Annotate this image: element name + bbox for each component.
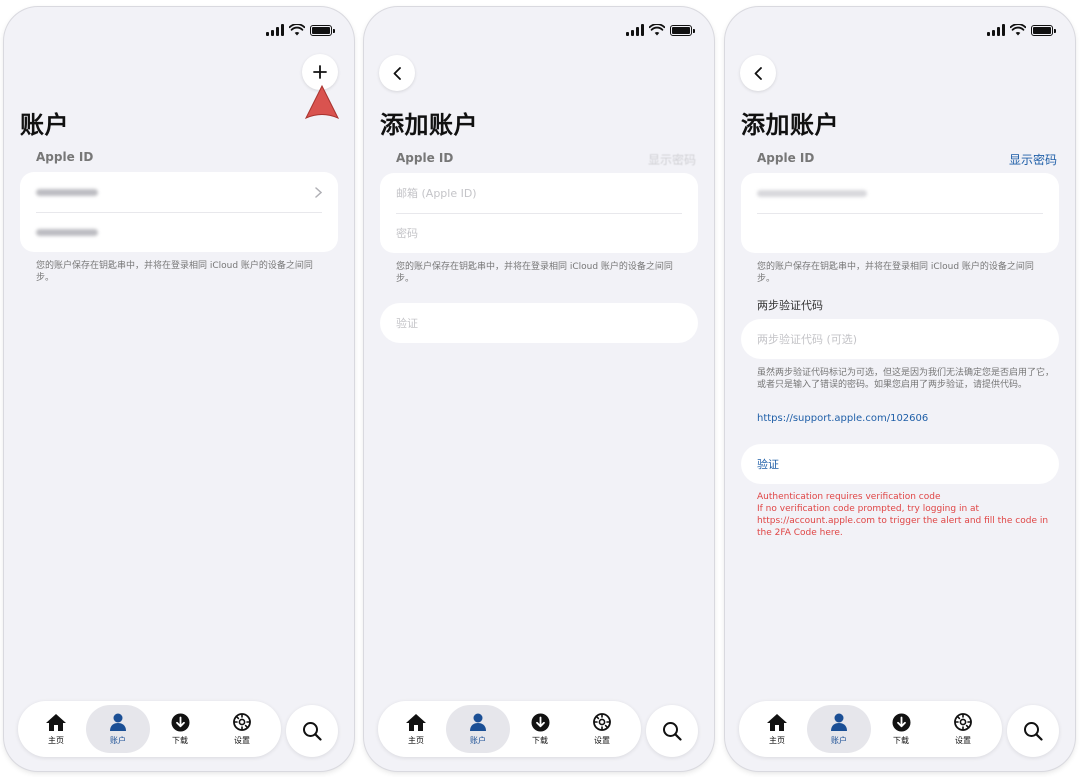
keychain-note: 您的账户保存在钥匙串中，并将在登录相同 iCloud 账户的设备之间同步。 [396, 262, 673, 284]
section-label-apple-id: Apple ID [396, 151, 454, 165]
chevron-right-icon [315, 186, 322, 198]
section-label-apple-id: Apple ID [36, 150, 94, 164]
tab-home[interactable]: 主页 [24, 705, 88, 753]
tab-label-account: 账户 [110, 735, 126, 745]
search-button[interactable] [286, 705, 338, 757]
search-button[interactable] [1007, 705, 1059, 757]
tab-label-home: 主页 [408, 735, 424, 745]
tab-account[interactable]: 账户 [807, 705, 871, 753]
download-icon [171, 713, 189, 731]
cellular-signal-icon [626, 24, 644, 36]
back-button[interactable] [740, 55, 776, 91]
redacted-account [36, 228, 98, 236]
twofa-note: 虽然两步验证代码标记为可选，但这是因为我们无法确定您是否启用了它，或者只是输入了… [757, 368, 1055, 390]
download-icon [892, 713, 910, 731]
tab-download[interactable]: 下载 [508, 705, 572, 753]
page-title: 添加账户 [741, 111, 839, 139]
download-icon [531, 713, 549, 731]
gear-icon [593, 713, 611, 731]
phone-screen-accounts: 账户 Apple ID 您的账户保存在钥匙串中，并将在登录相同 iCloud 账… [4, 7, 354, 771]
tab-label-download: 下载 [893, 735, 909, 745]
cellular-signal-icon [987, 24, 1005, 36]
wifi-icon [649, 24, 665, 36]
person-icon [110, 713, 126, 731]
add-icon [313, 65, 327, 79]
twofa-code-input[interactable]: 两步验证代码 (可选) [741, 319, 1059, 359]
wifi-icon [289, 24, 305, 36]
tab-bar: 主页 账户 下载 设置 [378, 701, 641, 757]
keychain-note: 您的账户保存在钥匙串中，并将在登录相同 iCloud 账户的设备之间同步。 [36, 261, 313, 283]
error-message: Authentication requires verification cod… [757, 491, 1057, 539]
tab-label-account: 账户 [470, 735, 486, 745]
error-line-2: If no verification code prompted, try lo… [757, 504, 1049, 538]
redacted-account [36, 188, 98, 196]
phone-screen-add-account: 添加账户 Apple ID 显示密码 邮箱 (Apple ID) 密码 您的账户… [364, 7, 714, 771]
tab-label-download: 下载 [172, 735, 188, 745]
tab-label-home: 主页 [48, 735, 64, 745]
status-bar [626, 23, 695, 37]
search-icon [303, 722, 322, 741]
status-bar [987, 23, 1056, 37]
home-icon [406, 713, 426, 731]
page-title: 添加账户 [380, 111, 478, 139]
tab-label-settings: 设置 [594, 736, 610, 745]
battery-icon [310, 24, 335, 36]
tab-label-settings: 设置 [955, 736, 971, 745]
person-icon [831, 713, 847, 731]
show-password-link[interactable]: 显示密码 [648, 151, 696, 168]
search-button[interactable] [646, 705, 698, 757]
tab-label-account: 账户 [831, 735, 847, 745]
verify-button[interactable]: 验证 [380, 303, 698, 343]
gear-icon [233, 713, 251, 731]
search-icon [663, 722, 682, 741]
back-button[interactable] [379, 55, 415, 91]
keychain-note: 您的账户保存在钥匙串中，并将在登录相同 iCloud 账户的设备之间同步。 [757, 262, 1034, 284]
battery-icon [670, 24, 695, 36]
cellular-signal-icon [266, 24, 284, 36]
tab-bar: 主页 账户 下载 设置 [18, 701, 281, 757]
email-field[interactable]: 邮箱 (Apple ID) [396, 173, 682, 213]
tab-home[interactable]: 主页 [745, 705, 809, 753]
account-row-1[interactable] [36, 172, 322, 212]
tab-home[interactable]: 主页 [384, 705, 448, 753]
wifi-icon [1010, 24, 1026, 36]
password-field[interactable] [757, 213, 1043, 253]
home-icon [46, 713, 66, 731]
battery-icon [1031, 24, 1056, 36]
tab-label-home: 主页 [769, 735, 785, 745]
password-field[interactable]: 密码 [396, 213, 682, 253]
error-line-1: Authentication requires verification cod… [757, 492, 941, 502]
email-field[interactable] [757, 173, 1043, 213]
phone-screen-add-account-2fa: 添加账户 Apple ID 显示密码 您的账户保存在钥匙串中，并将在登录相同 i… [725, 7, 1075, 771]
tab-download[interactable]: 下载 [148, 705, 212, 753]
status-bar [266, 23, 335, 37]
support-link[interactable]: https://support.apple.com/102606 [757, 413, 1045, 425]
page-title: 账户 [20, 111, 69, 139]
account-row-2[interactable] [36, 212, 322, 252]
login-form-card [741, 173, 1059, 253]
redacted-email [757, 189, 867, 197]
tab-account[interactable]: 账户 [446, 705, 510, 753]
back-icon [754, 66, 762, 80]
home-icon [767, 713, 787, 731]
tab-settings[interactable]: 设置 [931, 705, 995, 753]
verify-button[interactable]: 验证 [741, 444, 1059, 484]
twofa-label: 两步验证代码 [757, 299, 823, 312]
tab-settings[interactable]: 设置 [210, 705, 274, 753]
tab-account[interactable]: 账户 [86, 705, 150, 753]
annotation-arrow-icon [304, 84, 340, 120]
show-password-link[interactable]: 显示密码 [1009, 151, 1057, 168]
tab-label-settings: 设置 [234, 736, 250, 745]
tab-download[interactable]: 下载 [869, 705, 933, 753]
tab-settings[interactable]: 设置 [570, 705, 634, 753]
tab-bar: 主页 账户 下载 设置 [739, 701, 1002, 757]
search-icon [1024, 722, 1043, 741]
accounts-card [20, 172, 338, 252]
gear-icon [954, 713, 972, 731]
person-icon [470, 713, 486, 731]
back-icon [393, 66, 401, 80]
tab-label-download: 下载 [532, 735, 548, 745]
section-label-apple-id: Apple ID [757, 151, 815, 165]
login-form-card: 邮箱 (Apple ID) 密码 [380, 173, 698, 253]
